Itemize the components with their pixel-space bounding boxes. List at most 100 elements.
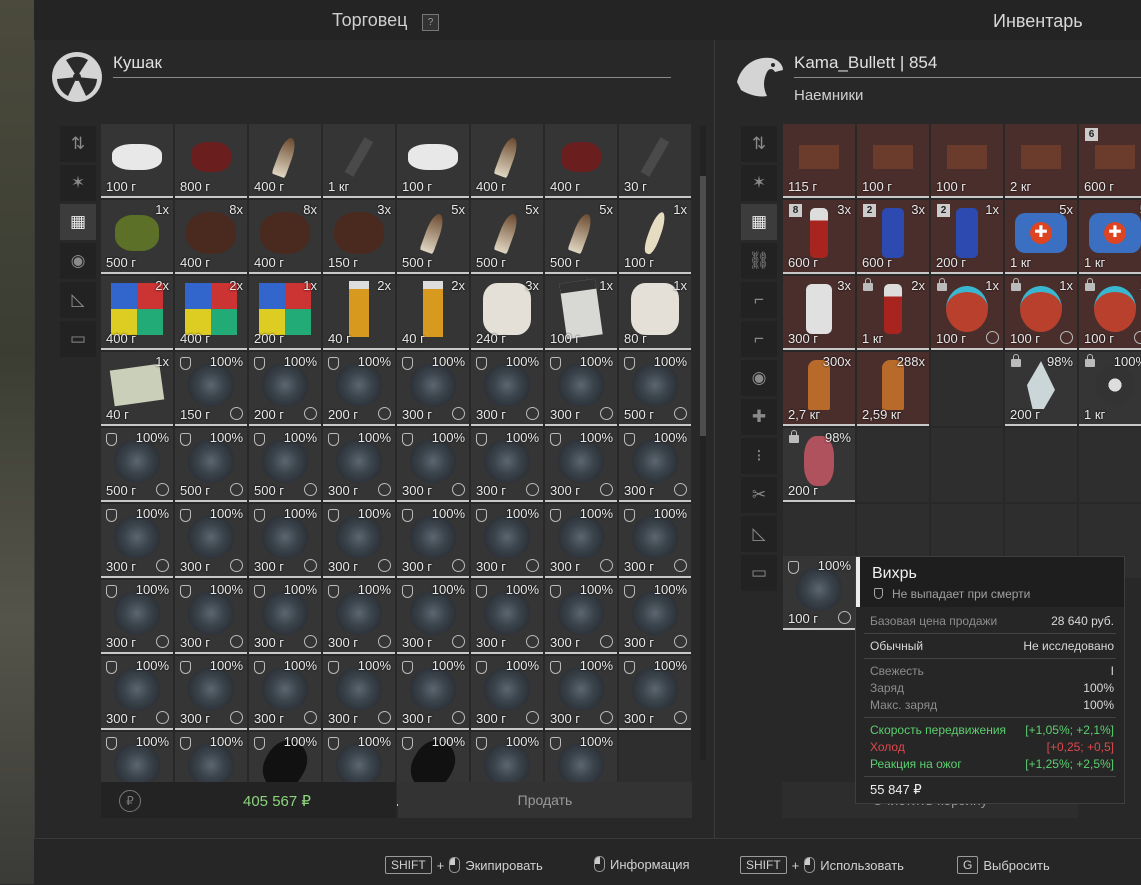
item-slot[interactable]: 100 г <box>857 124 929 198</box>
pistol-icon[interactable]: ⌐ <box>741 321 777 357</box>
item-slot[interactable]: 100% 150 г <box>175 352 247 426</box>
item-slot[interactable]: 100% 300 г <box>545 580 617 654</box>
item-slot[interactable]: 100% 300 г <box>323 504 395 578</box>
item-slot[interactable]: 100% 300 г <box>471 656 543 730</box>
item-slot[interactable]: 3x 150 г <box>323 200 395 274</box>
item-slot[interactable]: 100% 200 г <box>323 352 395 426</box>
item-slot[interactable]: 100% 500 г <box>619 352 691 426</box>
item-slot[interactable]: 1x 100 г <box>545 276 617 350</box>
item-slot[interactable]: 98% 200 г <box>783 428 855 502</box>
item-slot[interactable]: 100% 300 г <box>323 580 395 654</box>
item-slot[interactable]: 30 г <box>619 124 691 198</box>
item-slot[interactable]: 288x 2,59 кг <box>857 352 929 426</box>
item-slot[interactable]: 1 кг <box>323 124 395 198</box>
item-slot[interactable]: 3x 600 г 2 <box>857 200 929 274</box>
help-button[interactable]: ? <box>422 14 439 31</box>
item-slot[interactable]: 100% 500 г <box>175 428 247 502</box>
item-slot[interactable]: 100% 300 г <box>397 352 469 426</box>
sort-icon[interactable]: ⇅ <box>741 126 777 162</box>
item-slot[interactable]: 800 г <box>175 124 247 198</box>
rifle-icon[interactable]: ⌐ <box>741 282 777 318</box>
item-slot[interactable]: 100% 1 кг <box>1079 352 1141 426</box>
star-icon[interactable]: ✶ <box>60 165 96 201</box>
ruler-icon[interactable]: ◺ <box>741 516 777 552</box>
item-slot[interactable]: 115 г <box>783 124 855 198</box>
item-slot[interactable]: 100% 300 г <box>175 580 247 654</box>
item-slot[interactable]: 100% 300 г <box>619 428 691 502</box>
item-slot[interactable]: 100% 300 г <box>619 504 691 578</box>
item-slot[interactable]: 2 кг <box>1005 124 1077 198</box>
star-icon[interactable]: ✶ <box>741 165 777 201</box>
item-slot[interactable]: 100% 300 г <box>471 428 543 502</box>
item-slot[interactable]: 100% 500 г <box>249 428 321 502</box>
artifact-icon[interactable]: ◉ <box>741 360 777 396</box>
item-slot[interactable]: 100% 300 г <box>323 656 395 730</box>
item-slot[interactable]: 400 г <box>249 124 321 198</box>
item-slot[interactable]: 2x 400 г <box>175 276 247 350</box>
item-slot[interactable]: 98% 200 г <box>1005 352 1077 426</box>
item-slot[interactable]: 1x 200 г 2 <box>931 200 1003 274</box>
item-slot[interactable]: 1x 40 г <box>101 352 173 426</box>
item-slot[interactable]: 100% 300 г <box>249 580 321 654</box>
item-slot[interactable]: 100% 300 г <box>471 580 543 654</box>
medkit-icon[interactable]: ✚ <box>741 399 777 435</box>
item-slot[interactable]: ✚51 кг <box>1079 200 1141 274</box>
item-slot[interactable]: 8x 400 г <box>175 200 247 274</box>
artifact-icon[interactable]: ◉ <box>60 243 96 279</box>
item-slot[interactable]: 1x 100 г <box>619 200 691 274</box>
item-slot[interactable]: 3x 300 г <box>783 276 855 350</box>
item-slot[interactable]: 100 г <box>397 124 469 198</box>
basket-item[interactable]: 100% 100 г <box>783 556 855 630</box>
item-slot[interactable]: 2x 40 г <box>323 276 395 350</box>
ruler-icon[interactable]: ◺ <box>60 282 96 318</box>
item-slot[interactable]: 100% 300 г <box>545 656 617 730</box>
item-slot[interactable]: 100% 300 г <box>249 504 321 578</box>
item-slot[interactable]: 100% 300 г <box>101 580 173 654</box>
grid-icon[interactable]: ▦ <box>60 204 96 240</box>
ammo-icon[interactable]: ⁝ <box>741 438 777 474</box>
item-slot[interactable]: 100% 300 г <box>619 580 691 654</box>
grid-icon[interactable]: ▦ <box>741 204 777 240</box>
item-slot[interactable]: 100% 300 г <box>397 504 469 578</box>
item-slot[interactable]: 400 г <box>545 124 617 198</box>
item-slot[interactable]: 100% 300 г <box>545 504 617 578</box>
item-slot[interactable]: 1x 80 г <box>619 276 691 350</box>
item-slot[interactable]: 8x 400 г <box>249 200 321 274</box>
item-slot[interactable]: 300x 2,7 кг <box>783 352 855 426</box>
item-slot[interactable]: 5x 500 г <box>471 200 543 274</box>
item-slot[interactable]: 1x 500 г <box>101 200 173 274</box>
item-slot[interactable]: 100 г <box>931 124 1003 198</box>
trader-scrollbar[interactable] <box>700 126 706 760</box>
item-slot[interactable]: 3x 600 г 8 <box>783 200 855 274</box>
item-slot[interactable]: 100% 300 г <box>471 352 543 426</box>
item-slot[interactable]: 100% 300 г <box>545 352 617 426</box>
tools-icon[interactable]: ✂ <box>741 477 777 513</box>
item-slot[interactable]: 1100 г <box>1079 276 1141 350</box>
item-slot[interactable]: 100% 300 г <box>249 656 321 730</box>
item-slot[interactable]: 1x 100 г <box>931 276 1003 350</box>
item-slot[interactable]: 2x 1 кг <box>857 276 929 350</box>
item-slot[interactable]: 100 г <box>101 124 173 198</box>
item-slot[interactable]: 1x 200 г <box>249 276 321 350</box>
item-slot[interactable]: 3x 240 г <box>471 276 543 350</box>
item-slot[interactable]: 100% 300 г <box>471 504 543 578</box>
item-slot[interactable]: 100% 300 г <box>619 656 691 730</box>
item-slot[interactable]: 100% 300 г <box>545 428 617 502</box>
item-slot[interactable]: 100% 300 г <box>397 656 469 730</box>
box-icon[interactable]: ▭ <box>60 321 96 357</box>
item-slot[interactable]: 5x 500 г <box>545 200 617 274</box>
item-slot[interactable]: 2x 400 г <box>101 276 173 350</box>
item-slot[interactable]: 400 г <box>471 124 543 198</box>
item-slot[interactable]: 600 г 6 <box>1079 124 1141 198</box>
item-slot[interactable]: 100% 500 г <box>101 428 173 502</box>
item-slot[interactable]: 5x 500 г <box>397 200 469 274</box>
item-slot[interactable]: 100% 300 г <box>397 580 469 654</box>
item-slot[interactable]: 100% 300 г <box>175 504 247 578</box>
item-slot[interactable]: 100% 300 г <box>397 428 469 502</box>
item-slot[interactable]: ✚ 5x 1 кг <box>1005 200 1077 274</box>
item-slot[interactable]: 100% 300 г <box>175 656 247 730</box>
item-slot[interactable]: 100% 300 г <box>101 504 173 578</box>
box-icon[interactable]: ▭ <box>741 555 777 591</box>
item-slot[interactable]: 1x 100 г <box>1005 276 1077 350</box>
item-slot[interactable]: 100% 300 г <box>323 428 395 502</box>
